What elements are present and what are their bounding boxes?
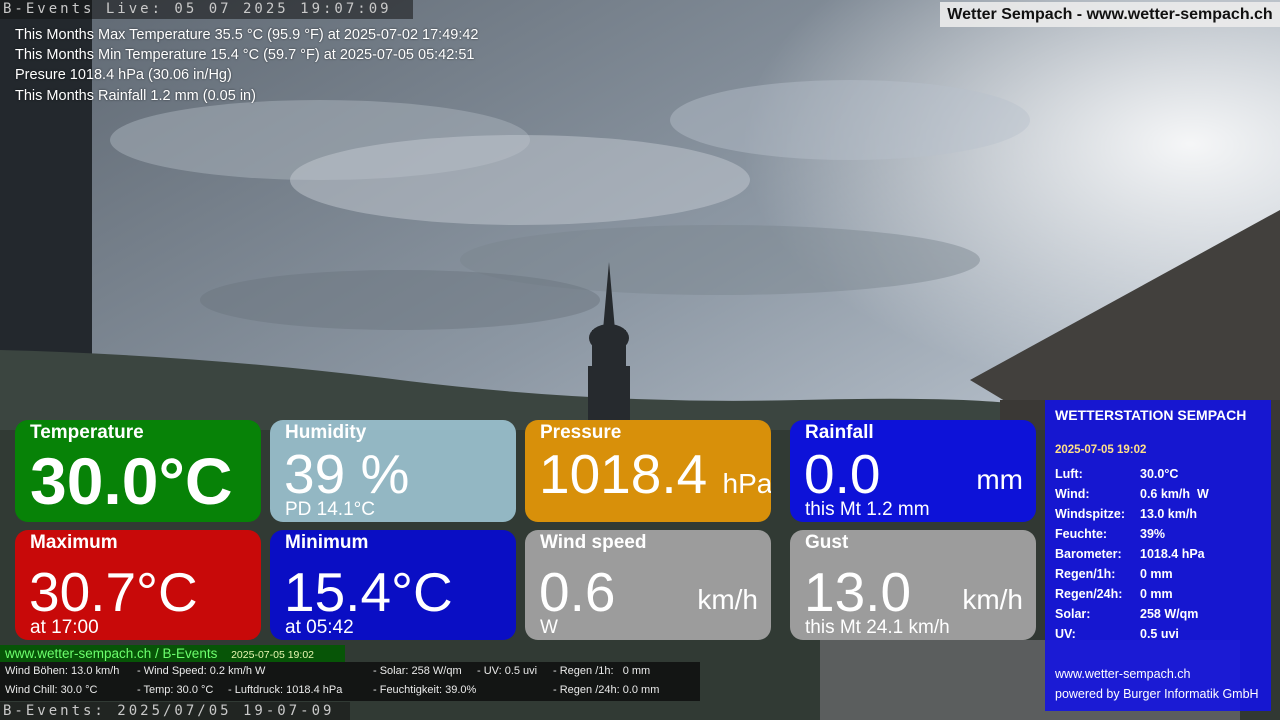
powered-by: powered by Burger Informatik GmbH (1055, 687, 1259, 701)
ticker-regen-24h: - Regen /24h: 0.0 mm (553, 684, 660, 696)
maximum-value: 30.7°C (29, 561, 198, 623)
reading-row: Windspitze: 13.0 km/h (1055, 507, 1209, 527)
reading-row: Regen/1h: 0 mm (1055, 567, 1209, 587)
station-panel: WETTERSTATION SEMPACH 2025-07-05 19:02 L… (1045, 400, 1271, 711)
tile-label: Minimum (285, 532, 369, 553)
ticker-regen-1h: - Regen /1h: 0 mm (553, 665, 651, 677)
wind-speed-value: 0.6 (539, 561, 616, 623)
temperature-value: 30.0°C (30, 444, 233, 518)
wind-speed-unit: km/h (697, 584, 758, 615)
station-timestamp: 2025-07-05 19:02 (1055, 444, 1147, 456)
rainfall-stat: This Months Rainfall 1.2 mm (0.05 in) (15, 87, 256, 104)
pressure-stat: Presure 1018.4 hPa (30.06 in/Hg) (15, 67, 232, 84)
minimum-time: at 05:42 (285, 617, 354, 638)
rainfall-month: this Mt 1.2 mm (805, 499, 930, 520)
ticker-wind-chill: Wind Chill: 30.0 °C (5, 684, 98, 696)
reading-value: 258 W/qm (1140, 607, 1199, 621)
minimum-tile: Minimum 15.4°C at 05:42 (270, 530, 516, 640)
wind-speed-tile: Wind speed 0.6 km/h W (525, 530, 771, 640)
minimum-value: 15.4°C (284, 561, 453, 623)
pressure-unit: hPa (722, 468, 771, 499)
ticker-luftdruck: - Luftdruck: 1018.4 hPa (228, 684, 343, 696)
bottom-live-timestamp: B-Events: 2025/07/05 19-07-09 (0, 702, 350, 720)
data-ticker: Wind Böhen: 13.0 km/h - Wind Speed: 0.2 … (0, 662, 700, 701)
reading-value: 13.0 km/h (1140, 507, 1197, 521)
rainfall-tile: Rainfall 0.0 mm this Mt 1.2 mm (790, 420, 1036, 522)
reading-key: Barometer: (1055, 547, 1122, 561)
reading-row: Regen/24h: 0 mm (1055, 587, 1209, 607)
ticker-temp: - Temp: 30.0 °C (137, 684, 214, 696)
reading-key: Solar: (1055, 607, 1091, 621)
footer-date: 2025-07-05 19:02 (231, 649, 314, 661)
gust-unit: km/h (962, 584, 1023, 615)
reading-row: Wind: 0.6 km/h W (1055, 487, 1209, 507)
wind-direction: W (540, 617, 558, 638)
live-timestamp: B-Events Live: 05 07 2025 19:07:09 (0, 0, 413, 19)
reading-key: UV: (1055, 627, 1076, 641)
min-temperature-stat: This Months Min Temperature 15.4 °C (59.… (15, 47, 475, 64)
rainfall-value: 0.0 (804, 443, 881, 505)
site-title: Wetter Sempach - www.wetter-sempach.ch (940, 2, 1280, 27)
tile-label: Temperature (30, 422, 144, 443)
gust-value: 13.0 (804, 561, 912, 623)
tile-label: Pressure (540, 422, 622, 443)
footer-website-link[interactable]: www.wetter-sempach.ch / B-Events (5, 646, 217, 661)
rainfall-unit: mm (976, 464, 1023, 495)
reading-row: Barometer: 1018.4 hPa (1055, 547, 1209, 567)
pressure-value: 1018.4 (539, 443, 708, 505)
reading-key: Regen/24h: (1055, 587, 1123, 601)
reading-row: Feuchte: 39% (1055, 527, 1209, 547)
reading-key: Regen/1h: (1055, 567, 1116, 581)
humidity-tile: Humidity 39 % PD 14.1°C (270, 420, 516, 522)
reading-row: Luft: 30.0°C (1055, 467, 1209, 487)
reading-row: Solar: 258 W/qm (1055, 607, 1209, 627)
ticker-wind-boehen: Wind Böhen: 13.0 km/h (5, 665, 120, 677)
ticker-wind-speed: - Wind Speed: 0.2 km/h W (137, 665, 266, 677)
humidity-value: 39 % (284, 443, 410, 505)
ticker-solar: - Solar: 258 W/qm (373, 665, 462, 677)
reading-value: 0 mm (1140, 587, 1173, 601)
reading-key: Wind: (1055, 487, 1090, 501)
reading-value: 30.0°C (1140, 467, 1179, 481)
dew-point: PD 14.1°C (285, 499, 375, 520)
gust-tile: Gust 13.0 km/h this Mt 24.1 km/h (790, 530, 1036, 640)
ticker-feuchtigkeit: - Feuchtigkeit: 39.0% (373, 684, 477, 696)
tile-label: Maximum (30, 532, 118, 553)
gust-month: this Mt 24.1 km/h (805, 617, 950, 638)
reading-key: Windspitze: (1055, 507, 1126, 521)
pressure-value-wrap: 1018.4 hPa (539, 444, 771, 514)
temperature-tile: Temperature 30.0°C (15, 420, 261, 522)
reading-value: 0.5 uvi (1140, 627, 1179, 641)
maximum-tile: Maximum 30.7°C at 17:00 (15, 530, 261, 640)
station-readings: Luft: 30.0°C Wind: 0.6 km/h W Windspitze: 1… (1055, 467, 1209, 647)
station-title: WETTERSTATION SEMPACH (1055, 407, 1247, 423)
ticker-uv: - UV: 0.5 uvi (477, 665, 538, 677)
tile-label: Rainfall (805, 422, 874, 443)
reading-value: 0.6 km/h W (1140, 487, 1209, 501)
max-temperature-stat: This Months Max Temperature 35.5 °C (95.… (15, 27, 479, 43)
pressure-tile: Pressure 1018.4 hPa (525, 420, 771, 522)
maximum-time: at 17:00 (30, 617, 99, 638)
reading-row: UV: 0.5 uvi (1055, 627, 1209, 647)
tile-label: Wind speed (540, 532, 647, 553)
tile-label: Humidity (285, 422, 367, 443)
reading-value: 0 mm (1140, 567, 1173, 581)
reading-key: Feuchte: (1055, 527, 1108, 541)
reading-value: 39% (1140, 527, 1166, 541)
tile-label: Gust (805, 532, 849, 553)
footer-link-bar: www.wetter-sempach.ch / B-Events 2025-07… (0, 645, 345, 662)
station-website-link[interactable]: www.wetter-sempach.ch (1055, 667, 1190, 681)
monthly-stats: This Months Max Temperature 35.5 °C (95.… (15, 25, 479, 106)
reading-key: Luft: (1055, 467, 1083, 481)
reading-value: 1018.4 hPa (1140, 547, 1205, 561)
